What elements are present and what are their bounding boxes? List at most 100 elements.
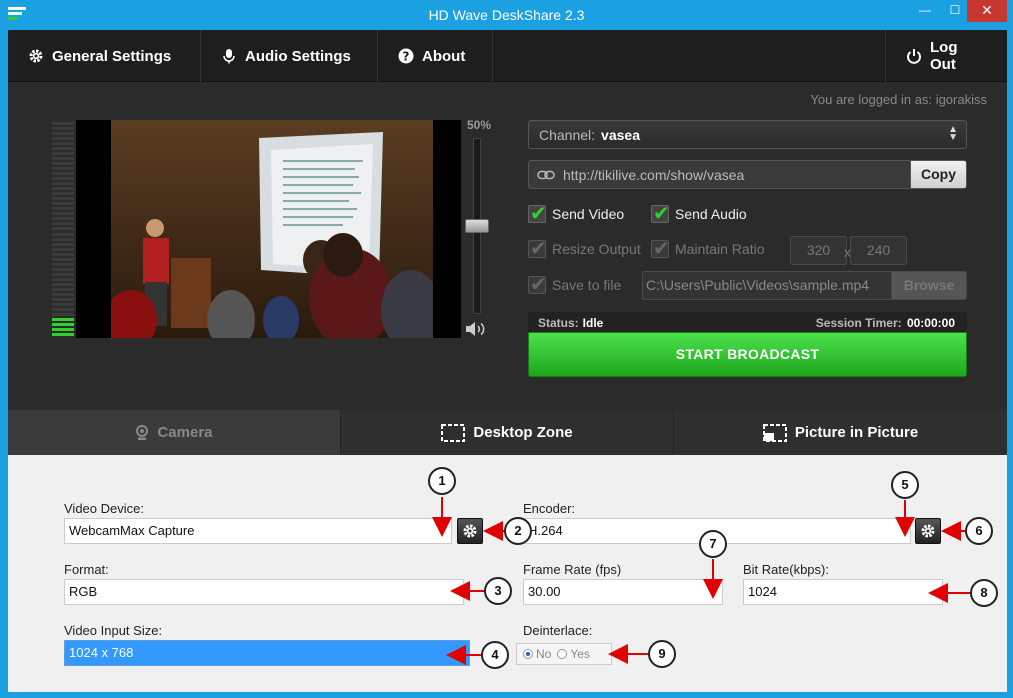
encoder-label: Encoder: bbox=[523, 501, 576, 516]
audio-level-meter bbox=[52, 122, 74, 338]
tab-camera[interactable]: Camera bbox=[8, 410, 341, 455]
level-segment bbox=[52, 267, 74, 271]
volume-percent: 50% bbox=[466, 118, 492, 132]
svg-text:?: ? bbox=[403, 50, 410, 64]
level-segment bbox=[52, 322, 74, 326]
radio-selected-icon bbox=[523, 649, 533, 659]
level-segment bbox=[52, 147, 74, 151]
deinterlace-no-radio[interactable]: No bbox=[523, 647, 551, 661]
level-segment bbox=[52, 122, 74, 125]
level-segment bbox=[52, 142, 74, 146]
level-segment bbox=[52, 232, 74, 236]
close-button[interactable]: ✕ bbox=[967, 0, 1007, 22]
browse-button[interactable]: Browse bbox=[891, 271, 967, 300]
deinterlace-label: Deinterlace: bbox=[523, 623, 593, 638]
level-segment bbox=[52, 187, 74, 191]
webcam-icon bbox=[136, 424, 149, 440]
session-timer-label: Session Timer: bbox=[815, 316, 902, 330]
logged-in-status: You are logged in as: igorakiss bbox=[810, 92, 987, 107]
deinterlace-yes-label: Yes bbox=[570, 647, 590, 661]
preview-frame-image bbox=[111, 120, 433, 338]
gear-icon bbox=[463, 524, 477, 538]
callout-7: 7 bbox=[699, 530, 727, 558]
video-device-select[interactable]: WebcamMax Capture bbox=[64, 518, 452, 544]
video-device-settings-button[interactable] bbox=[457, 518, 483, 544]
format-label: Format: bbox=[64, 562, 109, 577]
status-value: Idle bbox=[582, 316, 604, 330]
tab-picture-in-picture-label: Picture in Picture bbox=[794, 424, 919, 441]
channel-url-field[interactable]: http://tikilive.com/show/vasea bbox=[528, 160, 911, 189]
tab-desktop-zone[interactable]: Desktop Zone bbox=[341, 410, 674, 455]
level-segment bbox=[52, 302, 74, 306]
video-input-size-label: Video Input Size: bbox=[64, 623, 163, 638]
deinterlace-yes-radio[interactable]: Yes bbox=[557, 647, 590, 661]
maintain-ratio-label: Maintain Ratio bbox=[675, 241, 765, 257]
output-width-input[interactable]: 320 bbox=[790, 236, 847, 265]
format-select[interactable]: RGB bbox=[64, 579, 464, 605]
callout-4: 4 bbox=[481, 641, 509, 669]
level-segment bbox=[52, 332, 74, 336]
channel-label: Channel: bbox=[539, 126, 596, 143]
volume-slider-thumb[interactable] bbox=[465, 219, 489, 233]
checkbox-icon bbox=[651, 201, 670, 226]
frame-rate-select[interactable]: 30.00 bbox=[523, 579, 723, 605]
bit-rate-select[interactable]: 1024 bbox=[743, 579, 943, 605]
send-video-checkbox[interactable]: Send Video bbox=[528, 201, 625, 226]
camera-settings-panel: Video Device: WebcamMax Capture Encoder:… bbox=[8, 455, 1007, 692]
menu-general-label: General Settings bbox=[52, 47, 172, 65]
channel-select[interactable]: Channel: vasea ▲ ▼ bbox=[528, 120, 967, 149]
output-height-input[interactable]: 240 bbox=[850, 236, 907, 265]
video-preview bbox=[76, 120, 461, 338]
level-segment bbox=[52, 242, 74, 246]
menu-general-settings[interactable]: General Settings bbox=[8, 30, 201, 82]
encoder-settings-button[interactable] bbox=[915, 518, 941, 544]
updown-arrows-icon: ▲ ▼ bbox=[948, 124, 958, 143]
maximize-button[interactable]: ☐ bbox=[940, 0, 970, 22]
file-path-input[interactable]: C:\Users\Public\Videos\sample.mp4 bbox=[642, 271, 892, 300]
level-segment bbox=[52, 197, 74, 201]
level-segment bbox=[52, 222, 74, 226]
checkbox-icon bbox=[528, 201, 547, 226]
send-video-label: Send Video bbox=[552, 206, 625, 222]
level-segment bbox=[52, 207, 74, 211]
level-segment bbox=[52, 167, 74, 171]
menu-about[interactable]: ? About bbox=[378, 30, 493, 82]
start-broadcast-button[interactable]: START BROADCAST bbox=[528, 332, 967, 377]
menu-log-out[interactable]: Log Out bbox=[885, 30, 1007, 82]
callout-3: 3 bbox=[484, 577, 512, 605]
maintain-ratio-checkbox[interactable]: Maintain Ratio bbox=[651, 236, 765, 261]
callout-5: 5 bbox=[891, 471, 919, 499]
level-segment bbox=[52, 217, 74, 221]
menu-logout-label: Log Out bbox=[930, 39, 958, 73]
level-segment bbox=[52, 277, 74, 281]
video-input-size-select[interactable]: 1024 x 768 bbox=[64, 640, 470, 666]
send-audio-checkbox[interactable]: Send Audio bbox=[651, 201, 747, 226]
menu-audio-settings[interactable]: Audio Settings bbox=[201, 30, 378, 82]
save-to-file-checkbox[interactable]: Save to file bbox=[528, 272, 621, 297]
level-segment bbox=[52, 192, 74, 196]
copy-url-button[interactable]: Copy bbox=[910, 160, 967, 189]
callout-8: 8 bbox=[970, 579, 998, 607]
level-segment bbox=[52, 202, 74, 206]
channel-url-text: http://tikilive.com/show/vasea bbox=[563, 166, 745, 183]
deinterlace-no-label: No bbox=[536, 647, 552, 661]
menu-audio-label: Audio Settings bbox=[245, 47, 351, 65]
level-segment bbox=[52, 257, 74, 261]
speaker-icon[interactable] bbox=[464, 320, 490, 338]
radio-unselected-icon bbox=[557, 649, 568, 659]
level-segment bbox=[52, 127, 74, 131]
resize-output-checkbox[interactable]: Resize Output bbox=[528, 236, 641, 261]
level-segment bbox=[52, 292, 74, 296]
gear-icon bbox=[921, 524, 935, 538]
status-bar: Status: Idle Session Timer: 00:00:00 bbox=[528, 312, 967, 332]
minimize-button[interactable]: — bbox=[910, 0, 940, 22]
menu-bar: General Settings Audio Settings ? About … bbox=[8, 30, 1007, 82]
level-segment bbox=[52, 227, 74, 231]
tab-picture-in-picture[interactable]: Picture in Picture bbox=[674, 410, 1007, 455]
deinterlace-radio-group: No Yes bbox=[516, 643, 612, 665]
callout-1: 1 bbox=[428, 467, 456, 495]
status-label: Status: bbox=[538, 316, 579, 330]
callout-2: 2 bbox=[504, 517, 532, 545]
level-segment bbox=[52, 177, 74, 181]
level-segment bbox=[52, 307, 74, 311]
